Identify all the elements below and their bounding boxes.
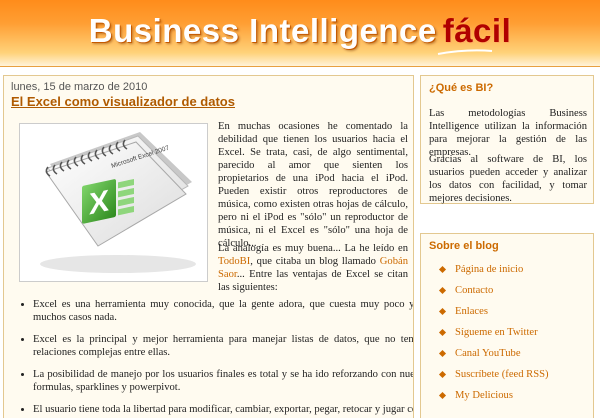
post-paragraph-1: En muchas ocasiones he comentado la debi… bbox=[218, 121, 408, 249]
widget-text-1: Las metodologías Business Intelligence u… bbox=[429, 108, 587, 158]
excel-notebook-icon: Microsoft Excel 2007 X bbox=[40, 132, 196, 273]
widget-title: Sobre el blog bbox=[429, 240, 499, 252]
diamond-bullet-icon bbox=[438, 307, 447, 316]
post-paragraph-2: La analogía es muy buena... La he leído … bbox=[218, 242, 408, 294]
widget-text-2: Gracias al software de BI, los usuarios … bbox=[429, 154, 587, 204]
nav-link-twitter[interactable]: Sígueme en Twitter bbox=[438, 326, 549, 347]
blog-title-accent: fácil bbox=[442, 12, 512, 49]
list-item: La posibilidad de manejo por los usuario… bbox=[33, 368, 413, 394]
post-paragraph-2-text-c: ... Entre las ventajas de Excel se citan… bbox=[218, 269, 408, 293]
svg-text:X: X bbox=[89, 185, 109, 222]
post-paragraph-2-text-b: , que citaba un blog llamado bbox=[250, 256, 380, 267]
nav-link-links[interactable]: Enlaces bbox=[438, 305, 549, 326]
about-blog-widget: Sobre el blog Página de inicio Contacto … bbox=[420, 233, 594, 418]
advantages-list: Excel es una herramienta muy conocida, q… bbox=[11, 298, 413, 418]
blog-nav-list: Página de inicio Contacto Enlaces Síguem… bbox=[429, 263, 549, 410]
blog-title[interactable]: Business Intelligence fácil bbox=[0, 12, 600, 50]
nav-link-youtube[interactable]: Canal YouTube bbox=[438, 347, 549, 368]
list-item: El usuario tiene toda la libertad para m… bbox=[33, 403, 413, 416]
diamond-bullet-icon bbox=[438, 286, 447, 295]
list-item: Excel es la principal y mejor herramient… bbox=[33, 333, 413, 359]
nav-link-contact[interactable]: Contacto bbox=[438, 284, 549, 305]
todobi-link[interactable]: TodoBI bbox=[218, 256, 250, 267]
blog-title-main: Business Intelligence bbox=[88, 12, 437, 49]
diamond-bullet-icon bbox=[438, 391, 447, 400]
widget-title: ¿Qué es BI? bbox=[429, 82, 494, 94]
post-column: lunes, 15 de marzo de 2010 El Excel como… bbox=[3, 75, 414, 418]
diamond-bullet-icon bbox=[438, 370, 447, 379]
post-paragraph-2-text-a: La analogía es muy buena... La he leído … bbox=[218, 243, 408, 254]
swoosh-decoration bbox=[437, 49, 493, 55]
blog-header: Business Intelligence fácil bbox=[0, 0, 600, 67]
post-title-link[interactable]: El Excel como visualizador de datos bbox=[11, 94, 235, 109]
list-item: Excel es una herramienta muy conocida, q… bbox=[33, 298, 413, 324]
what-is-bi-widget: ¿Qué es BI? Las metodologías Business In… bbox=[420, 75, 594, 204]
diamond-bullet-icon bbox=[438, 328, 447, 337]
nav-link-rss[interactable]: Suscríbete (feed RSS) bbox=[438, 368, 549, 389]
excel-notebook-image[interactable]: Microsoft Excel 2007 X bbox=[19, 123, 208, 282]
nav-link-delicious[interactable]: My Delicious bbox=[438, 389, 549, 410]
nav-link-home[interactable]: Página de inicio bbox=[438, 263, 549, 284]
diamond-bullet-icon bbox=[438, 265, 447, 274]
post-date: lunes, 15 de marzo de 2010 bbox=[11, 81, 148, 93]
diamond-bullet-icon bbox=[438, 349, 447, 358]
